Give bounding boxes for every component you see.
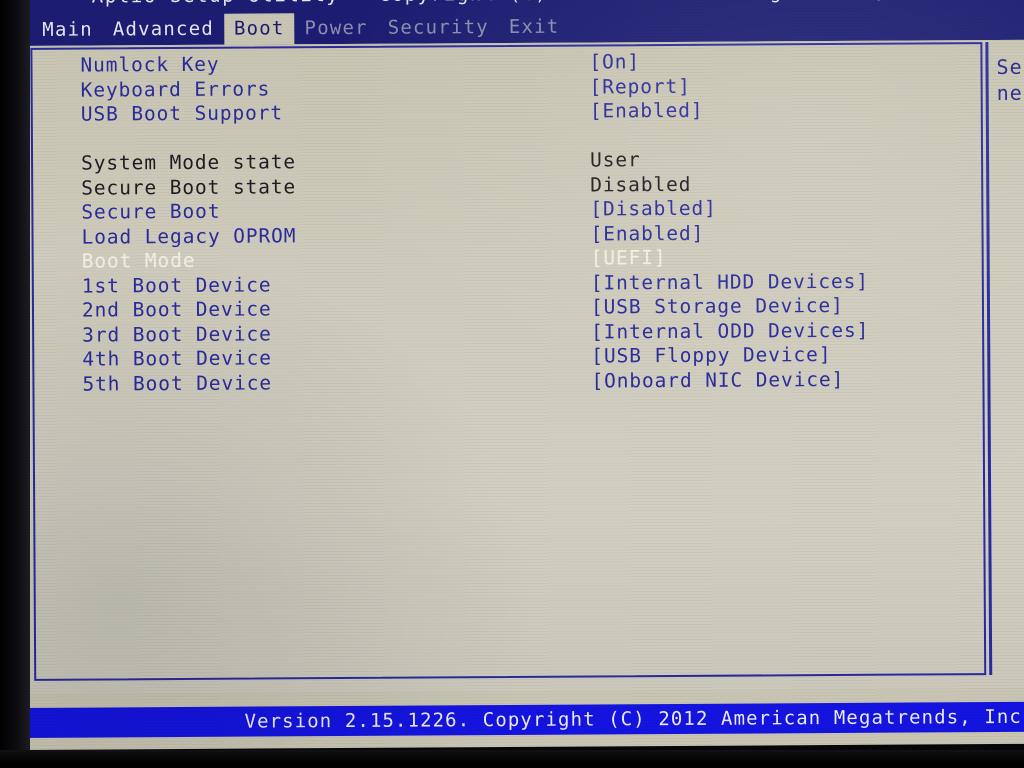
- setting-label: Secure Boot: [81, 199, 221, 224]
- settings-pane: Numlock Key [On] Keyboard Errors [Report] US…: [30, 42, 987, 681]
- setting-label: 4th Boot Device: [82, 346, 272, 371]
- setting-value[interactable]: [Report]: [590, 74, 691, 99]
- setting-label: Boot Mode: [81, 248, 196, 273]
- settings-list[interactable]: Numlock Key [On] Keyboard Errors [Report] US…: [56, 48, 978, 397]
- setting-label: System Mode state: [81, 150, 297, 175]
- bios-footer-band: Version 2.15.1226. Copyright (C) 2012 Am…: [18, 701, 1024, 738]
- setting-row[interactable]: 5th Boot Device [Onboard NIC Device]: [58, 367, 978, 397]
- setting-label: Numlock Key: [80, 52, 220, 77]
- setting-value[interactable]: Disabled: [590, 172, 691, 197]
- setting-value[interactable]: [Enabled]: [590, 221, 704, 246]
- setting-label: 2nd Boot Device: [81, 297, 272, 322]
- monitor-bezel-bottom: [0, 750, 1024, 768]
- setting-label: Load Legacy OPROM: [81, 223, 297, 249]
- page-title: Aptio Setup Utility - Copyright (C) 2012…: [14, 0, 1024, 8]
- setting-label: 1st Boot Device: [81, 272, 272, 298]
- version-copyright-text: Version 2.15.1226. Copyright (C) 2012 Am…: [244, 705, 1024, 733]
- setting-label: USB Boot Support: [80, 101, 284, 126]
- setting-value[interactable]: [Internal HDD Devices]: [591, 269, 869, 295]
- setting-label: Secure Boot state: [81, 174, 297, 200]
- tab-main[interactable]: Main: [32, 14, 103, 45]
- bios-screen: Aptio Setup Utility - Copyright (C) 2012…: [14, 0, 1024, 750]
- setting-value[interactable]: [Disabled]: [590, 197, 717, 222]
- setting-value[interactable]: [On]: [589, 50, 640, 75]
- pane-divider: [985, 42, 993, 676]
- help-pane: Se ne: [996, 54, 1024, 106]
- tab-power[interactable]: Power: [294, 12, 377, 44]
- setting-label: 5th Boot Device: [82, 370, 273, 396]
- bios-body: Numlock Key [On] Keyboard Errors [Report] US…: [14, 39, 1024, 694]
- bios-header-band: Aptio Setup Utility - Copyright (C) 2012…: [14, 0, 1024, 46]
- monitor-photo: Aptio Setup Utility - Copyright (C) 2012…: [0, 0, 1024, 768]
- tab-boot[interactable]: Boot: [223, 12, 295, 45]
- setting-label: 3rd Boot Device: [82, 321, 272, 347]
- help-line: Se: [996, 54, 1023, 79]
- tab-exit[interactable]: Exit: [499, 11, 570, 42]
- setting-value[interactable]: [USB Floppy Device]: [591, 343, 831, 369]
- monitor-bezel-left: [0, 0, 30, 768]
- setting-label: Keyboard Errors: [80, 76, 271, 102]
- help-line: ne: [996, 80, 1023, 105]
- tab-advanced[interactable]: Advanced: [103, 13, 224, 45]
- setting-value[interactable]: [Onboard NIC Device]: [591, 367, 844, 393]
- setting-value[interactable]: [Internal ODD Devices]: [591, 318, 869, 344]
- setting-value[interactable]: User: [590, 148, 641, 173]
- setting-value[interactable]: [Enabled]: [590, 99, 704, 124]
- setting-value[interactable]: [USB Storage Device]: [591, 294, 844, 320]
- setting-value[interactable]: [UEFI]: [591, 246, 667, 271]
- tab-security[interactable]: Security: [378, 12, 499, 44]
